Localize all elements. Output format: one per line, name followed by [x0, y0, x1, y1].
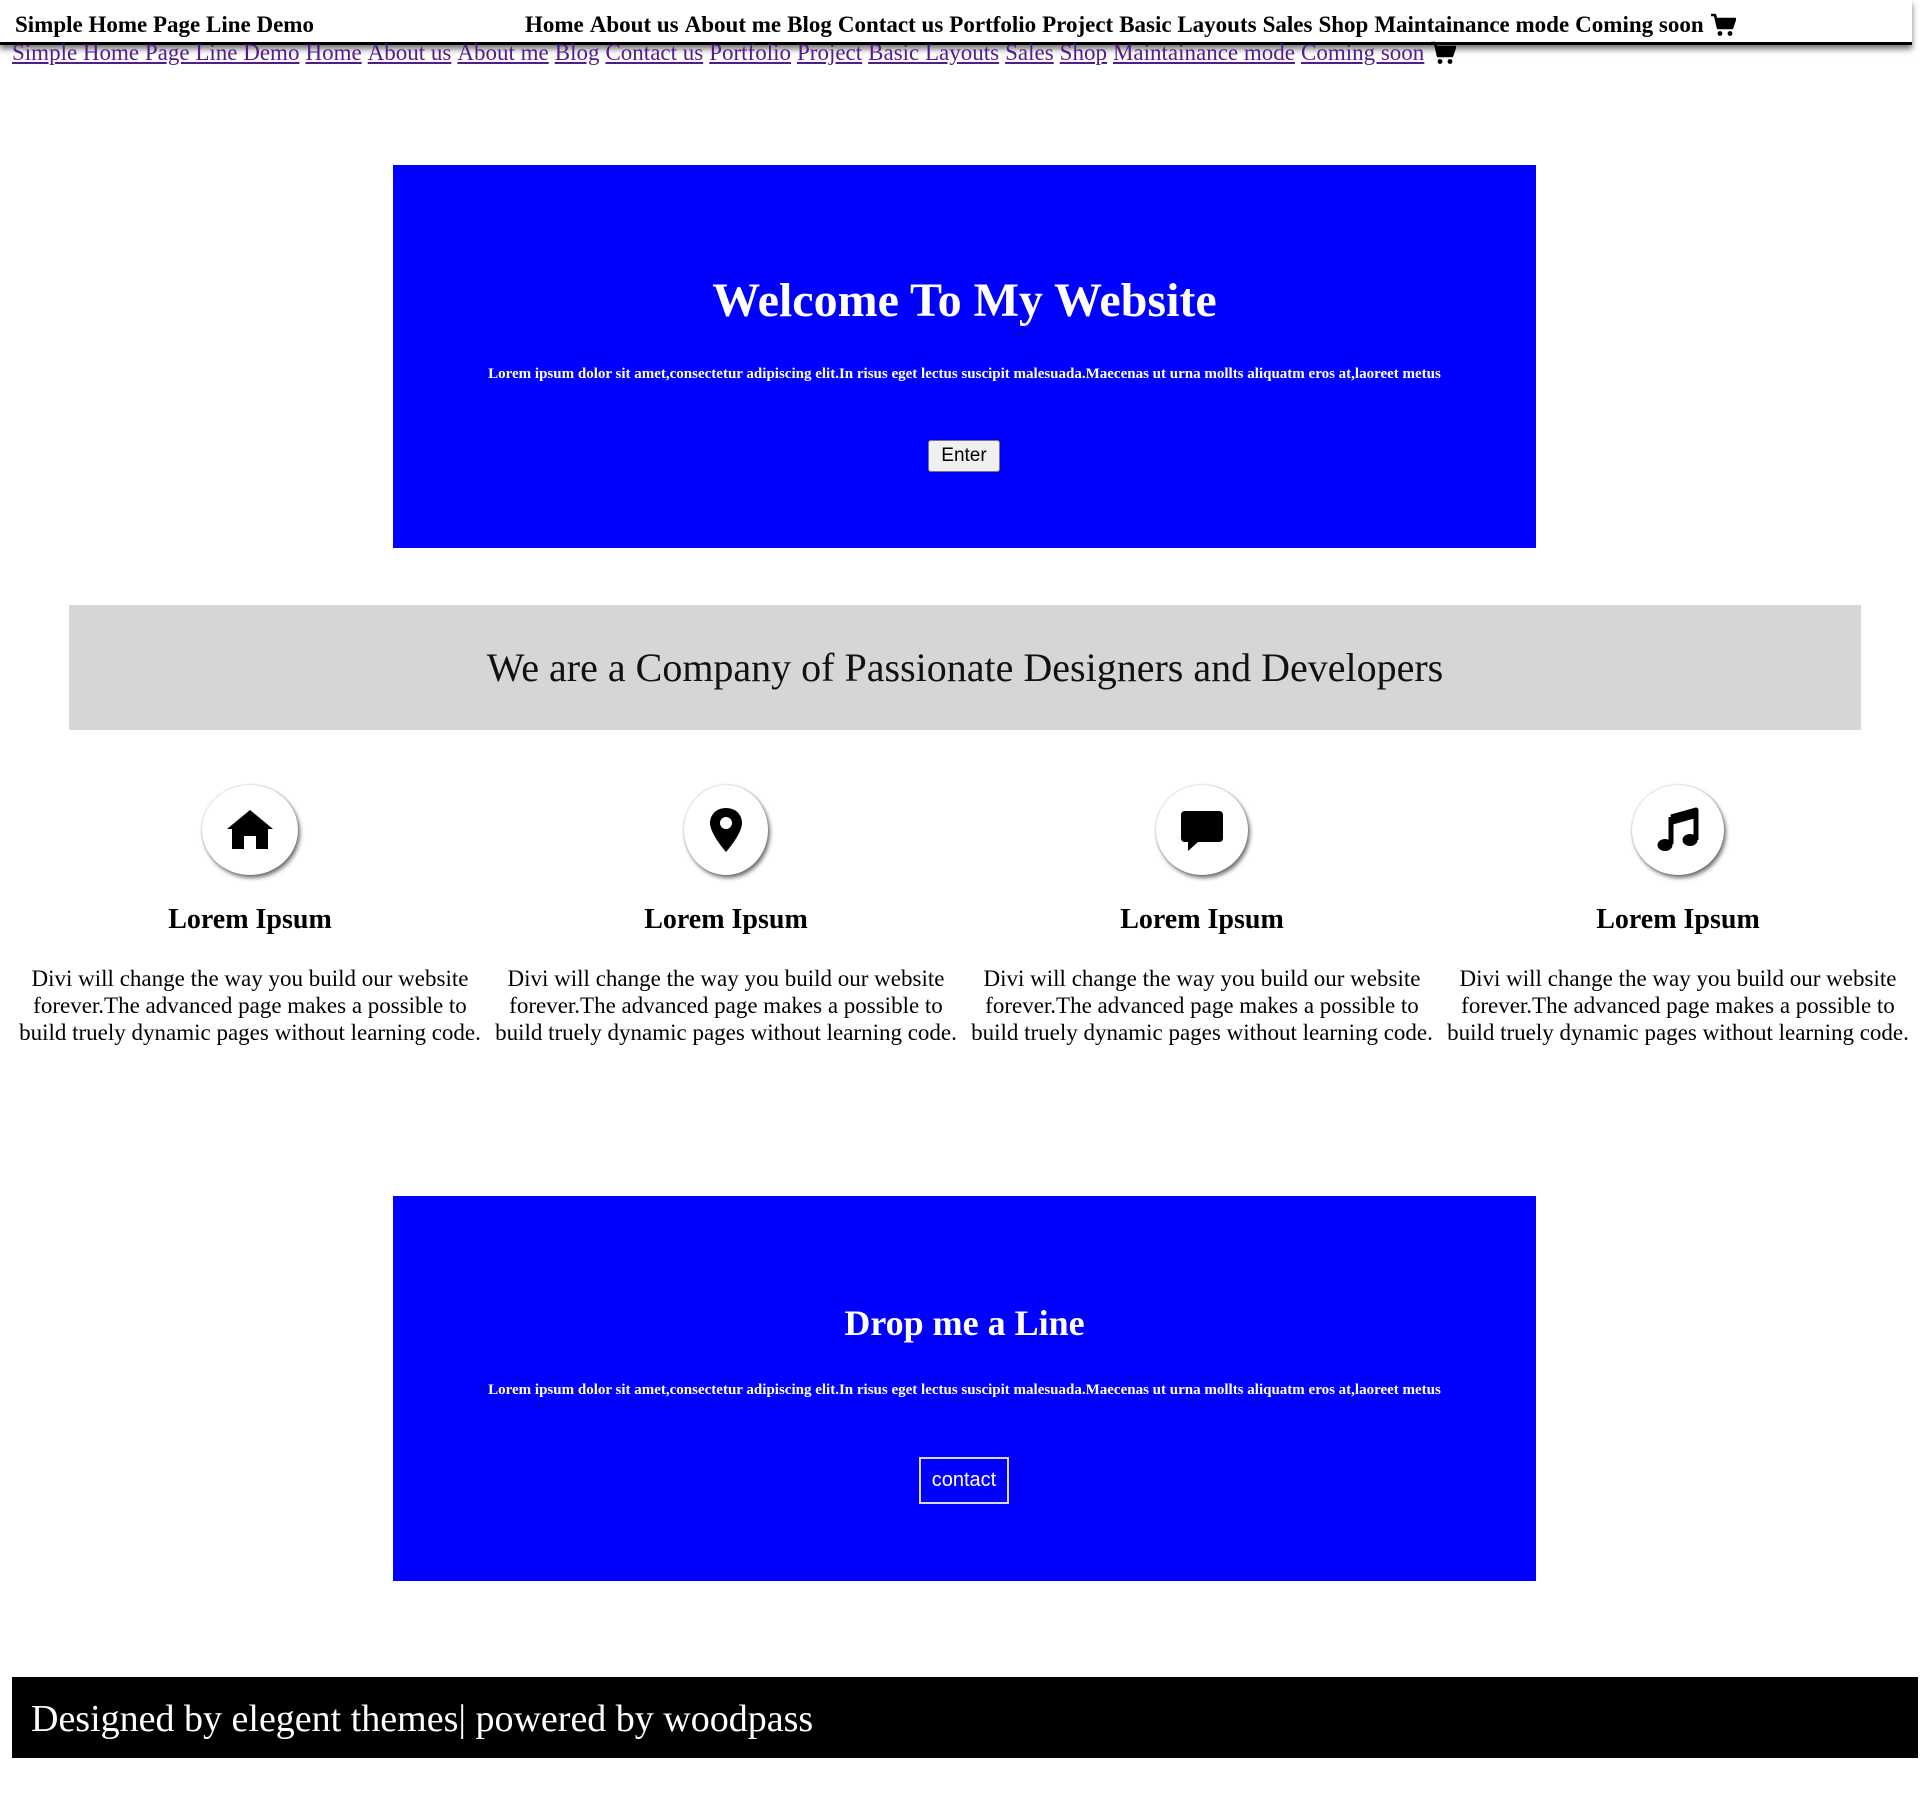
contact-section: Drop me a Line Lorem ipsum dolor sit ame…	[393, 1196, 1536, 1581]
feature-text: Divi will change the way you build our w…	[19, 966, 481, 1045]
feature-text: Divi will change the way you build our w…	[1447, 966, 1909, 1045]
menu-item-basic-layouts[interactable]: Basic Layouts	[1119, 12, 1256, 38]
footer-text: Designed by elegent themes| powered by w…	[31, 1698, 814, 1740]
link-portfolio[interactable]: Portfolio	[709, 40, 791, 66]
cart-icon[interactable]	[1430, 41, 1457, 65]
menu-item-shop[interactable]: Shop	[1318, 12, 1368, 38]
link-sales[interactable]: Sales	[1005, 40, 1054, 66]
link-about-me[interactable]: About me	[457, 40, 548, 66]
feature-title: Lorem Ipsum	[1120, 904, 1284, 935]
menu-item-blog[interactable]: Blog	[787, 12, 832, 38]
hero-section: Welcome To My Website Lorem ipsum dolor …	[393, 165, 1536, 548]
link-project[interactable]: Project	[797, 40, 862, 66]
chat-bubble-icon	[1181, 811, 1223, 851]
home-icon	[227, 810, 273, 849]
menu-item-maintainance-mode[interactable]: Maintainance mode	[1374, 12, 1569, 38]
enter-button[interactable]: Enter	[928, 440, 1000, 472]
feature-card: Lorem Ipsum Divi will change the way you…	[1440, 785, 1916, 1046]
menu-item-contact-us[interactable]: Contact us	[838, 12, 943, 38]
site-footer: Designed by elegent themes| powered by w…	[12, 1677, 1918, 1758]
feature-title: Lorem Ipsum	[1596, 904, 1760, 935]
feature-card: Lorem Ipsum Divi will change the way you…	[964, 785, 1440, 1046]
feature-icon-circle	[1632, 785, 1724, 875]
link-about-us[interactable]: About us	[368, 40, 452, 66]
page: Simple Home Page Line Demo Home About us…	[0, 0, 1920, 1798]
contact-title: Drop me a Line	[844, 1303, 1085, 1343]
link-home[interactable]: Home	[305, 40, 361, 66]
feature-icon-circle	[202, 785, 298, 875]
contact-button[interactable]: contact	[919, 1457, 1009, 1504]
main-menu: Home About us About me Blog Contact us P…	[525, 12, 1736, 38]
contact-text: Lorem ipsum dolor sit amet,consectetur a…	[488, 1382, 1441, 1398]
link-shop[interactable]: Shop	[1060, 40, 1107, 66]
link-coming-soon[interactable]: Coming soon	[1301, 40, 1424, 66]
link-row: Simple Home Page Line Demo Home About us…	[12, 40, 1457, 66]
feature-icon-circle	[684, 785, 768, 875]
site-brand[interactable]: Simple Home Page Line Demo	[15, 12, 314, 38]
feature-title: Lorem Ipsum	[644, 904, 808, 935]
menu-item-portfolio[interactable]: Portfolio	[949, 12, 1036, 38]
music-note-icon	[1657, 807, 1699, 851]
menu-item-sales[interactable]: Sales	[1263, 12, 1313, 38]
hero-title: Welcome To My Website	[712, 274, 1217, 327]
feature-text: Divi will change the way you build our w…	[495, 966, 957, 1045]
top-navbar: Simple Home Page Line Demo Home About us…	[0, 0, 1912, 45]
menu-item-about-me[interactable]: About me	[685, 12, 781, 38]
menu-item-project[interactable]: Project	[1042, 12, 1113, 38]
link-brand[interactable]: Simple Home Page Line Demo	[12, 40, 299, 66]
feature-card: Lorem Ipsum Divi will change the way you…	[12, 785, 488, 1046]
link-contact-us[interactable]: Contact us	[605, 40, 703, 66]
link-maintainance-mode[interactable]: Maintainance mode	[1113, 40, 1295, 66]
link-basic-layouts[interactable]: Basic Layouts	[868, 40, 999, 66]
menu-item-home[interactable]: Home	[525, 12, 584, 38]
feature-text: Divi will change the way you build our w…	[971, 966, 1433, 1045]
feature-card: Lorem Ipsum Divi will change the way you…	[488, 785, 964, 1046]
company-banner: We are a Company of Passionate Designers…	[69, 605, 1861, 730]
hero-text: Lorem ipsum dolor sit amet,consectetur a…	[488, 366, 1441, 382]
menu-item-about-us[interactable]: About us	[590, 12, 679, 38]
menu-item-coming-soon[interactable]: Coming soon	[1575, 12, 1703, 38]
feature-icon-circle	[1156, 785, 1248, 875]
location-pin-icon	[710, 808, 742, 852]
feature-title: Lorem Ipsum	[168, 904, 332, 935]
link-blog[interactable]: Blog	[555, 40, 600, 66]
cart-icon[interactable]	[1710, 13, 1736, 37]
banner-title: We are a Company of Passionate Designers…	[486, 645, 1444, 690]
